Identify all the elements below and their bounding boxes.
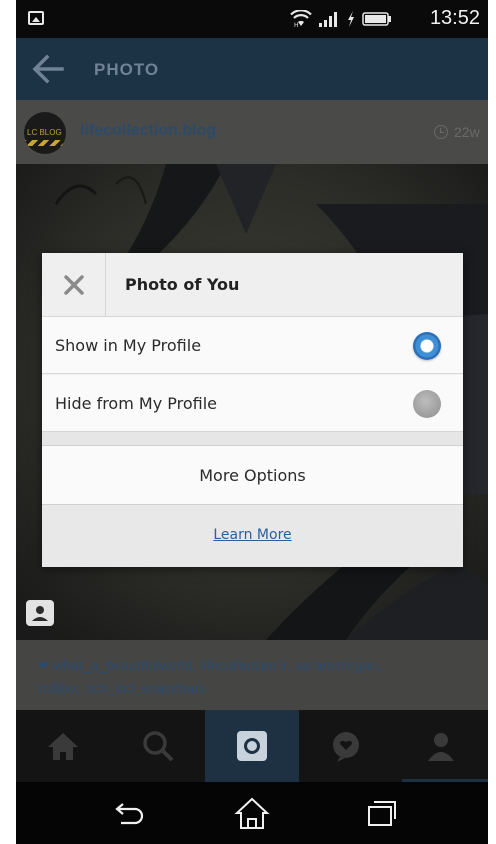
post-time: 22w xyxy=(454,124,480,140)
camera-icon xyxy=(236,731,267,761)
photo-of-you-dialog: Photo of You Show in My Profile Hide fro… xyxy=(42,253,463,567)
post-username[interactable]: lifecollection.blog xyxy=(80,122,216,140)
post-header: LC BLOG lifecollection.blog 22w xyxy=(16,100,488,164)
home-icon xyxy=(48,733,79,760)
page-title: PHOTO xyxy=(94,60,160,79)
tagged-people-icon[interactable] xyxy=(26,600,54,626)
app-header: PHOTO xyxy=(16,38,488,100)
heart-icon: ❤ xyxy=(38,658,49,673)
tab-home[interactable] xyxy=(16,710,110,782)
dialog-divider xyxy=(42,432,463,446)
avatar-logo-text: LC BLOG xyxy=(27,128,62,137)
dialog-header: Photo of You xyxy=(42,253,463,317)
option-label: Hide from My Profile xyxy=(55,394,217,413)
dialog-close-button[interactable] xyxy=(42,253,106,316)
nav-back-button[interactable] xyxy=(108,794,152,832)
option-label: Show in My Profile xyxy=(55,336,202,355)
tab-profile[interactable] xyxy=(394,710,488,782)
likes-list: ❤ what_a_beautifulworld, lifecollection.i… xyxy=(16,640,488,710)
tab-camera[interactable] xyxy=(204,710,300,782)
home-icon xyxy=(234,797,270,829)
avatar[interactable]: LC BLOG xyxy=(24,112,66,154)
status-icons: H xyxy=(290,8,392,30)
radio-unselected-icon[interactable] xyxy=(413,390,441,418)
profile-icon xyxy=(427,733,454,761)
dialog-title: Photo of You xyxy=(125,275,240,294)
bottom-tab-bar xyxy=(16,710,488,782)
tab-search[interactable] xyxy=(110,710,204,782)
back-arrow-icon[interactable] xyxy=(32,54,64,84)
search-icon xyxy=(142,731,173,762)
android-navigation-bar xyxy=(16,782,488,844)
status-time: 13:52 xyxy=(429,7,480,29)
image-notification-icon xyxy=(28,11,44,25)
status-bar: H 13:52 xyxy=(16,0,488,38)
radio-selected-icon[interactable] xyxy=(413,332,441,360)
likes-line-1[interactable]: what_a_beautifulworld, lifecollection.ir… xyxy=(53,657,381,673)
wifi-icon: H xyxy=(290,10,312,28)
battery-icon xyxy=(362,12,391,26)
signal-icon xyxy=(319,12,337,27)
recents-icon xyxy=(368,801,396,826)
nav-recents-button[interactable] xyxy=(360,794,404,832)
option-show-in-profile[interactable]: Show in My Profile xyxy=(42,317,463,374)
nav-home-button[interactable] xyxy=(230,794,274,832)
learn-more-link[interactable]: Learn More xyxy=(42,505,463,567)
clock-icon xyxy=(434,125,448,139)
close-icon xyxy=(63,274,84,295)
back-icon xyxy=(115,803,144,825)
svg-text:H: H xyxy=(294,22,299,28)
tab-activity[interactable] xyxy=(299,710,393,782)
avatar-stripe xyxy=(24,140,66,146)
likes-line-2[interactable]: m3lixx, rich_kid_snapchats xyxy=(38,680,205,696)
more-options-button[interactable]: More Options xyxy=(42,446,463,505)
option-hide-from-profile[interactable]: Hide from My Profile xyxy=(42,375,463,432)
activity-icon xyxy=(333,732,360,762)
charging-icon xyxy=(348,11,354,27)
